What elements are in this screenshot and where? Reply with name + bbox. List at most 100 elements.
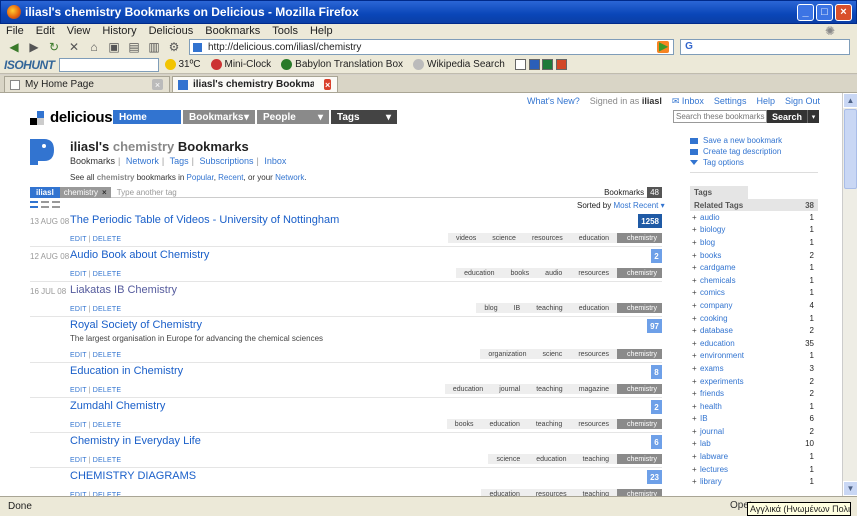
related-tag-link[interactable]: friends [700, 389, 724, 398]
related-tag-row[interactable]: + books 2 [690, 249, 818, 262]
tag-link[interactable]: education [570, 233, 618, 243]
plus-icon[interactable]: + [692, 389, 697, 398]
plus-icon[interactable]: + [692, 251, 697, 260]
full-view-icon[interactable] [52, 201, 60, 208]
related-tag-row[interactable]: + education 35 [690, 337, 818, 350]
related-tag-row[interactable]: + cardgame 1 [690, 261, 818, 274]
related-tag-row[interactable]: + journal 2 [690, 425, 818, 438]
tag-link[interactable]: teaching [574, 454, 618, 464]
related-tag-row[interactable]: + database 2 [690, 324, 818, 337]
tag-link[interactable]: blog [476, 303, 506, 313]
subnav-tags[interactable]: Tags [170, 156, 189, 166]
menu-history[interactable]: History [102, 25, 136, 37]
plus-icon[interactable]: + [692, 465, 697, 474]
tag-link[interactable]: organization [480, 349, 535, 359]
weather-button[interactable]: 31ºC [164, 59, 201, 70]
tag-link[interactable]: videos [447, 233, 485, 243]
tag-link[interactable]: chemistry [617, 454, 662, 464]
create-tag-description-link[interactable]: Create tag description [690, 146, 818, 157]
related-tag-row[interactable]: + IB 6 [690, 413, 818, 426]
saved-count-badge[interactable]: 97 [647, 319, 662, 333]
settings-link[interactable]: Settings [714, 96, 747, 107]
tag-link[interactable]: chemistry [617, 419, 662, 429]
edit-link[interactable]: EDIT [70, 236, 87, 243]
delete-link[interactable]: DELETE [93, 236, 121, 243]
delete-link[interactable]: DELETE [93, 422, 121, 429]
related-tag-link[interactable]: books [700, 251, 721, 260]
popular-link[interactable]: Popular [187, 173, 214, 182]
saved-count-badge[interactable]: 2 [651, 400, 662, 414]
nav-bookmarks[interactable]: Bookmarks ▾ [183, 110, 255, 124]
subnav-bookmarks[interactable]: Bookmarks [70, 156, 115, 166]
remove-tag-icon[interactable]: × [102, 188, 107, 197]
tag-link[interactable]: books [446, 419, 482, 429]
forward-icon[interactable]: ▶ [26, 39, 42, 55]
plus-icon[interactable]: + [692, 402, 697, 411]
tools-icon[interactable]: ⚙ [166, 39, 182, 55]
search-input[interactable] [673, 110, 767, 123]
username[interactable]: iliasl [642, 96, 662, 106]
back-icon[interactable]: ◀ [6, 39, 22, 55]
related-tag-row[interactable]: + labware 1 [690, 450, 818, 463]
tag-link[interactable]: scienc [534, 349, 571, 359]
tag-link[interactable]: journal [491, 384, 529, 394]
related-tag-link[interactable]: chemicals [700, 276, 736, 285]
tags-tab[interactable]: Tags [690, 186, 748, 199]
plus-icon[interactable]: + [692, 263, 697, 272]
tag-link[interactable]: resources [523, 233, 571, 243]
google-search-input[interactable]: G [680, 39, 850, 55]
related-tag-link[interactable]: environment [700, 351, 744, 360]
tag-options-link[interactable]: Tag options [690, 157, 818, 168]
delete-link[interactable]: DELETE [93, 271, 121, 278]
scroll-up-icon[interactable]: ▲ [843, 93, 857, 108]
plus-icon[interactable]: + [692, 326, 697, 335]
tag-link[interactable]: science [484, 233, 524, 243]
tag-link[interactable]: audio [537, 268, 571, 278]
related-tag-link[interactable]: audio [700, 213, 720, 222]
related-tag-link[interactable]: labware [700, 452, 728, 461]
close-window-button[interactable]: × [835, 4, 852, 21]
isohunt-logo[interactable]: ISOHUNT [4, 58, 55, 72]
print-icon[interactable]: ▥ [146, 39, 162, 55]
tag-link[interactable]: chemistry [617, 349, 662, 359]
page-tool-icon[interactable] [514, 59, 526, 70]
related-tag-row[interactable]: + library 1 [690, 475, 818, 488]
close-tab-icon[interactable]: × [324, 79, 331, 90]
tag-link[interactable]: teaching [527, 419, 571, 429]
tag-link[interactable]: education [444, 384, 492, 394]
tag-link[interactable]: teaching [528, 384, 571, 394]
bookmark-title-link[interactable]: Education in Chemistry [70, 365, 183, 377]
page-icon[interactable]: ▤ [126, 39, 142, 55]
saved-count-badge[interactable]: 2 [651, 249, 662, 263]
subnav-network[interactable]: Network [126, 156, 159, 166]
related-tag-row[interactable]: + company 4 [690, 299, 818, 312]
tag-link[interactable]: books [502, 268, 538, 278]
edit-link[interactable]: EDIT [70, 422, 87, 429]
tag-link[interactable]: education [481, 489, 528, 496]
miniclock-button[interactable]: Mini-Clock [210, 59, 271, 70]
tag-link[interactable]: chemistry [617, 489, 662, 496]
tab-my-home-page[interactable]: My Home Page × [4, 76, 170, 92]
reload-icon[interactable]: ↻ [46, 39, 62, 55]
babylon-button[interactable]: Babylon Translation Box [281, 59, 403, 70]
delicious-logo[interactable]: delicious [30, 109, 113, 126]
related-tag-link[interactable]: cardgame [700, 263, 736, 272]
tag-link[interactable]: education [456, 268, 503, 278]
delete-link[interactable]: DELETE [93, 387, 121, 394]
related-tag-link[interactable]: lectures [700, 465, 728, 474]
related-tag-link[interactable]: education [700, 339, 735, 348]
recent-link[interactable]: Recent [218, 173, 243, 182]
edit-link[interactable]: EDIT [70, 457, 87, 464]
vertical-scrollbar[interactable]: ▲ ▼ [842, 93, 857, 496]
plus-icon[interactable]: + [692, 351, 697, 360]
tag-link[interactable]: education [570, 303, 618, 313]
tag-link[interactable]: magazine [570, 384, 618, 394]
bookmark-title-link[interactable]: The Periodic Table of Videos - Universit… [70, 214, 339, 226]
breadcrumb-tag[interactable]: chemistry × [59, 186, 111, 198]
breadcrumb-user[interactable]: iliasl [30, 186, 60, 198]
related-tag-link[interactable]: company [700, 301, 732, 310]
saved-count-badge[interactable]: 1258 [638, 214, 662, 228]
related-tag-link[interactable]: IB [700, 414, 708, 423]
compact-view-icon[interactable] [41, 201, 49, 208]
sign-out-link[interactable]: Sign Out [785, 96, 820, 107]
